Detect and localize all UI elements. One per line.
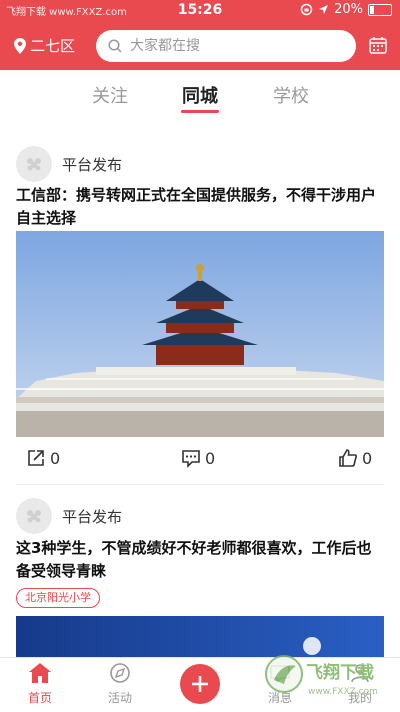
watermark-logo: 飞翔下载 www.FXXZ.com xyxy=(265,655,378,697)
avatar xyxy=(16,146,52,182)
avatar-placeholder-icon xyxy=(27,510,41,523)
location-label: 二七区 xyxy=(30,37,76,55)
avatar-placeholder-icon xyxy=(27,158,41,171)
post-author: 平台发布 xyxy=(16,498,122,534)
like-action[interactable]: 0 xyxy=(338,448,372,468)
share-action[interactable]: 0 xyxy=(26,448,60,468)
tab-activity[interactable]: 活动 xyxy=(90,662,150,706)
status-bar: 飞翔下载 www.FXXZ.com 15:26 20% xyxy=(0,0,400,22)
comment-icon xyxy=(182,450,200,468)
post-divider xyxy=(16,484,384,485)
search-icon xyxy=(108,39,122,53)
status-right: 20% xyxy=(300,2,392,17)
compass-icon xyxy=(110,663,130,683)
school-tag[interactable]: 北京阳光小学 xyxy=(16,588,100,608)
top-header: 二七区 xyxy=(0,22,400,70)
feed-tabs: 关注 同城 学校 xyxy=(0,70,400,118)
temple-of-heaven-photo xyxy=(16,231,384,437)
search-box[interactable] xyxy=(96,30,356,62)
feed-post[interactable]: 平台发布 工信部：携号转网正式在全国提供服务，不得干涉用户自主选择 0 0 0 xyxy=(0,118,400,490)
location-selector[interactable]: 二七区 xyxy=(14,35,75,56)
location-arrow-icon xyxy=(319,5,329,14)
active-tab-indicator xyxy=(181,110,219,113)
author-name: 平台发布 xyxy=(62,507,123,526)
post-author: 平台发布 xyxy=(16,146,122,182)
add-post-button[interactable] xyxy=(180,664,220,704)
post-actions: 0 0 0 xyxy=(0,448,400,476)
share-icon xyxy=(28,450,44,466)
location-pin-icon xyxy=(14,37,26,54)
tab-home-label: 首页 xyxy=(27,691,52,705)
calendar-icon[interactable] xyxy=(368,35,388,55)
post-title[interactable]: 这3种学生，不管成绩好不好老师都很喜欢，工作后也备受领导青睐 xyxy=(16,537,384,583)
tab-local[interactable]: 同城 xyxy=(182,82,218,108)
tab-following[interactable]: 关注 xyxy=(92,82,128,108)
tab-activity-label: 活动 xyxy=(107,691,132,705)
author-name: 平台发布 xyxy=(62,155,123,174)
comment-count: 0 xyxy=(205,448,216,468)
battery-level xyxy=(370,5,374,14)
tab-home[interactable]: 首页 xyxy=(10,662,70,706)
avatar xyxy=(16,498,52,534)
post-image[interactable] xyxy=(16,231,384,437)
watermark-logo-text: 飞翔下载 xyxy=(306,662,374,683)
search-input[interactable] xyxy=(128,37,332,55)
battery-percent: 20% xyxy=(334,2,363,17)
post-title[interactable]: 工信部：携号转网正式在全国提供服务，不得干涉用户自主选择 xyxy=(16,184,384,230)
comment-action[interactable]: 0 xyxy=(181,448,215,468)
watermark-logo-url: www.FXXZ.com xyxy=(308,687,378,697)
tab-school[interactable]: 学校 xyxy=(273,82,309,108)
feed-post[interactable]: 平台发布 这3种学生，不管成绩好不好老师都很喜欢，工作后也备受领导青睐 北京阳光… xyxy=(0,490,400,657)
plus-icon xyxy=(192,676,208,692)
battery-icon xyxy=(368,3,392,16)
thumbs-up-icon xyxy=(339,449,357,467)
rotation-lock-icon xyxy=(300,3,313,16)
like-count: 0 xyxy=(362,448,373,468)
share-count: 0 xyxy=(50,448,61,468)
home-icon xyxy=(29,663,51,683)
